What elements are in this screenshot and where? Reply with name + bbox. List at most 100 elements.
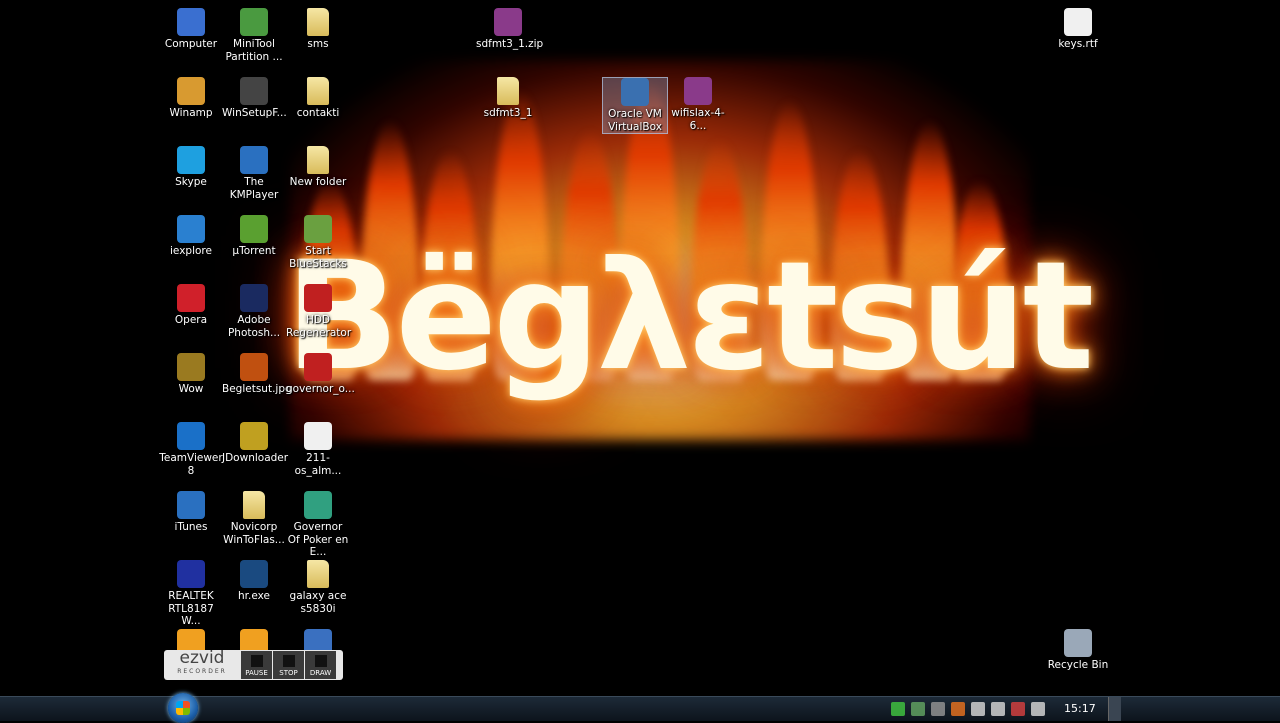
draw-button[interactable]: DRAW [305,651,336,679]
wow-icon [177,353,205,381]
ezvid-logo: ezvid RECORDER [177,648,227,676]
desktop-icon-label: HDD Regenerator [286,314,352,339]
desktop-icon-label: MiniTool Partition ... [225,38,283,63]
desktop-icon[interactable]: wifislax-4-6... [666,77,730,132]
desktop-icon-label: Oracle VM VirtualBox [608,108,662,133]
pause-icon [250,655,263,667]
bluestacks-icon [304,215,332,243]
winrar-archive-icon [684,77,712,105]
desktop-icon[interactable]: sdfmt3_1.zip [476,8,544,51]
winamp-icon [177,77,205,105]
desktop-icon[interactable]: contakti [286,77,350,120]
computer-icon [177,8,205,36]
desktop-icon-label: Winamp [169,107,213,119]
desktop-icon[interactable]: Novicorp WinToFlas... [222,491,286,546]
desktop-icon[interactable]: MiniTool Partition ... [222,8,286,63]
desktop-icon-label: governor_o... [286,383,355,395]
desktop-icon[interactable]: Oracle VM VirtualBox [602,77,668,134]
winrar-archive-icon [494,8,522,36]
desktop-icon-label: sdfmt3_1.zip [476,38,544,50]
document-icon [1064,8,1092,36]
desktop-icon[interactable]: Adobe Photosh... [222,284,286,339]
ezvid-recorder-bar: ezvid RECORDER PAUSE STOP DRAW [164,650,343,680]
security-shield-icon[interactable] [911,702,925,716]
action-center-flag-icon[interactable] [1031,702,1045,716]
recycle-bin-icon [1064,629,1092,657]
desktop-icon[interactable]: HDD Regenerator [286,284,352,339]
folder-icon [307,8,329,36]
image-file-icon [304,353,332,381]
skype-icon [177,146,205,174]
folder-icon [497,77,519,105]
internet-explorer-icon [177,215,205,243]
desktop-icon[interactable]: TeamViewer 8 [159,422,223,477]
desktop-icon[interactable]: Opera [159,284,223,327]
desktop-icon-label: hr.exe [238,590,270,602]
image-file-icon [240,353,268,381]
desktop-icon[interactable]: Computer [159,8,223,51]
desktop-icon[interactable]: Governor Of Poker en E... [286,491,350,559]
desktop-icon[interactable]: iexplore [159,215,223,258]
desktop-icon[interactable]: REALTEK RTL8187 W... [159,560,223,628]
desktop-icon-label: New folder [289,176,347,188]
desktop-icon-label: Wow [178,383,204,395]
desktop-icon[interactable]: Begletsut.jpg [222,353,292,396]
desktop-icon[interactable]: keys.rtf [1046,8,1110,51]
poker-icon [304,491,332,519]
desktop-icon[interactable]: hr.exe [222,560,286,603]
volume-muted-icon[interactable] [1011,702,1025,716]
itunes-icon [177,491,205,519]
desktop-icon-label: REALTEK RTL8187 W... [168,590,214,627]
stop-button[interactable]: STOP [273,651,304,679]
desktop-icon-label: µTorrent [232,245,276,257]
desktop-icon[interactable]: JDownloader [222,422,289,465]
opera-icon [177,284,205,312]
avast-icon[interactable] [951,702,965,716]
desktop-icon[interactable]: Recycle Bin [1046,629,1110,672]
minitool-icon [240,8,268,36]
wifi-strength-icon[interactable] [991,702,1005,716]
desktop-icon[interactable]: iTunes [159,491,223,534]
desktop-icon-label: TeamViewer 8 [159,452,223,477]
desktop-icon[interactable]: 211-os_alm... [286,422,350,477]
desktop-icon[interactable]: Skype [159,146,223,189]
desktop-icon-label: iexplore [170,245,212,257]
desktop-icon[interactable]: galaxy ace s5830i [286,560,350,615]
desktop-icon[interactable]: sdfmt3_1 [476,77,540,120]
desktop-icon-label: JDownloader [222,452,289,464]
kmplayer-icon [240,146,268,174]
desktop-icon-label: keys.rtf [1058,38,1098,50]
desktop-icon[interactable]: Winamp [159,77,223,120]
desktop-icon[interactable]: µTorrent [222,215,286,258]
desktop-icon[interactable]: sms [286,8,350,51]
desktop-icon-label: 211-os_alm... [294,452,342,477]
start-button[interactable] [168,693,198,723]
show-desktop-button[interactable] [1108,697,1121,721]
desktop-icon-label: Opera [174,314,208,326]
clock[interactable]: 15:17 [1064,702,1096,715]
desktop-icon-label: sdfmt3_1 [483,107,533,119]
desktop-icon-label: sms [307,38,329,50]
desktop-icon-label: Recycle Bin [1047,659,1109,671]
desktop-icon-label: Start BlueStacks [289,245,347,270]
desktop-icon-label: iTunes [174,521,208,533]
desktop-icon[interactable]: Start BlueStacks [286,215,350,270]
wallpaper-fire-text: Bëgλεtsút [285,230,1094,404]
desktop-icon-label: Adobe Photosh... [227,314,281,339]
virtualbox-icon [621,78,649,106]
pause-button[interactable]: PAUSE [241,651,272,679]
network-adapter-icon[interactable] [971,702,985,716]
desktop-icon[interactable]: New folder [286,146,350,189]
monitor-icon[interactable] [931,702,945,716]
desktop-icon-label: wifislax-4-6... [671,107,725,132]
desktop-icon[interactable]: The KMPlayer [222,146,286,201]
desktop-icon-label: Computer [164,38,218,50]
folder-icon [307,560,329,588]
desktop-icon[interactable]: WinSetupF... [222,77,287,120]
desktop-icon[interactable]: Wow [159,353,223,396]
desktop-icon-label: Novicorp WinToFlas... [223,521,285,546]
desktop-icon[interactable]: governor_o... [286,353,355,396]
desktop-icon-label: Skype [175,176,207,188]
taskbar: 15:17 [0,693,1280,723]
signal-bars-icon[interactable] [891,702,905,716]
